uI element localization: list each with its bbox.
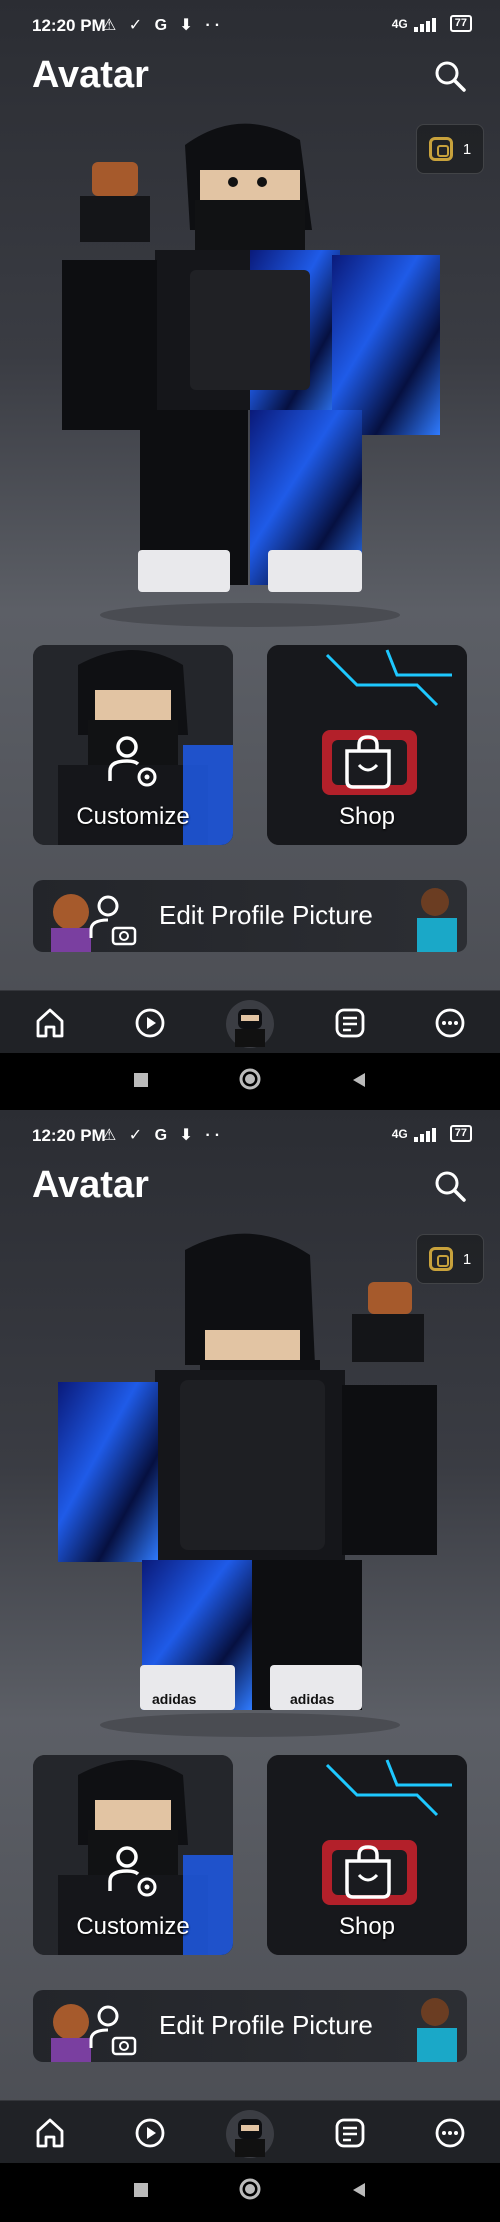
chat-icon[interactable] <box>330 1003 370 1043</box>
more-icon[interactable] <box>430 1003 470 1043</box>
system-nav-bar <box>0 1053 500 1110</box>
battery-icon: 77 <box>449 15 472 32</box>
avatar-icon[interactable] <box>225 999 275 1049</box>
customize-card[interactable]: Customize <box>33 1755 233 1955</box>
edit-profile-label: Edit Profile Picture <box>159 900 373 930</box>
network-label: 4G <box>391 16 408 31</box>
search-icon[interactable] <box>432 1168 468 1204</box>
customize-avatar-icon <box>108 736 157 787</box>
battery-icon: 77 <box>449 1125 472 1142</box>
chat-icon[interactable] <box>330 2113 370 2153</box>
home-icon[interactable] <box>30 2113 70 2153</box>
home-icon[interactable] <box>30 1003 70 1043</box>
avatar-icon[interactable] <box>225 2109 275 2159</box>
bottom-nav <box>0 2100 500 2163</box>
shop-label: Shop <box>338 803 396 830</box>
recents-icon[interactable] <box>132 1071 150 1089</box>
status-right: 4G 77 <box>392 1125 472 1142</box>
play-icon[interactable] <box>130 2113 170 2153</box>
search-icon[interactable] <box>432 58 468 94</box>
status-bar: 12:20 PM ⚠ ✓ G ⬇ ·· 4G 77 <box>0 0 500 50</box>
recents-icon[interactable] <box>132 2181 150 2199</box>
page-title: Avatar <box>32 1164 149 1206</box>
shop-card[interactable]: Shop <box>267 645 467 845</box>
signal-icon <box>413 1126 444 1142</box>
system-nav-bar <box>0 2163 500 2220</box>
notification-icons: ⚠ ✓ G ⬇ ·· <box>102 1127 225 1144</box>
signal-icon <box>413 16 444 32</box>
status-bar: 12:20 PM ⚠ ✓ G ⬇ ·· 4G 77 <box>0 1110 500 1160</box>
customize-label: Customize <box>76 803 190 830</box>
status-time: 12:20 PM <box>32 1126 106 1145</box>
edit-profile-label: Edit Profile Picture <box>159 2010 373 2040</box>
customize-card[interactable]: Customize <box>33 645 233 845</box>
status-time: 12:20 PM <box>32 16 106 35</box>
notification-icons: ⚠ ✓ G ⬇ ·· <box>102 17 225 34</box>
page-title: Avatar <box>32 54 149 96</box>
network-label: 4G <box>391 1126 408 1141</box>
status-right: 4G 77 <box>392 15 472 32</box>
shoe-brand-left: adidas <box>152 1691 197 1707</box>
customize-avatar-icon <box>108 1846 157 1897</box>
avatar-figure[interactable] <box>0 110 500 630</box>
play-icon[interactable] <box>130 1003 170 1043</box>
shopping-bag-icon <box>345 735 391 789</box>
shop-card[interactable]: Shop <box>267 1755 467 1955</box>
edit-profile-picture-button[interactable]: Edit Profile Picture <box>33 880 467 952</box>
shoe-brand-right: adidas <box>290 1691 335 1707</box>
back-icon[interactable] <box>350 2181 368 2199</box>
edit-profile-picture-button[interactable]: Edit Profile Picture <box>33 1990 467 2062</box>
more-icon[interactable] <box>430 2113 470 2153</box>
shop-label: Shop <box>338 1913 396 1940</box>
home-button-icon[interactable] <box>238 2177 262 2201</box>
avatar-screen-back: 12:20 PM ⚠ ✓ G ⬇ ·· 4G 77 Avatar 1 adida… <box>0 1110 500 2220</box>
back-icon[interactable] <box>350 1071 368 1089</box>
home-button-icon[interactable] <box>238 1067 262 1091</box>
customize-label: Customize <box>76 1913 190 1940</box>
avatar-screen-front: 12:20 PM ⚠ ✓ G ⬇ ·· 4G 77 Avatar 1 Custo… <box>0 0 500 1110</box>
avatar-figure[interactable] <box>0 1220 500 1740</box>
shopping-bag-icon <box>345 1845 391 1899</box>
bottom-nav <box>0 990 500 1053</box>
